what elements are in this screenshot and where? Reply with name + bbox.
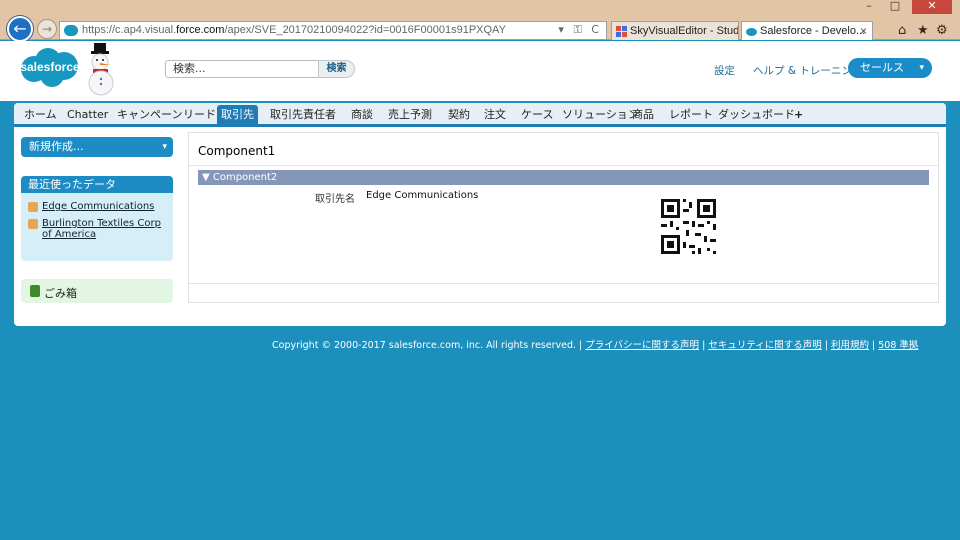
tab-chatter[interactable]: Chatter	[67, 105, 108, 126]
footer-separator: |	[869, 340, 879, 351]
tab-home[interactable]: ホーム	[24, 105, 57, 126]
privacy-link[interactable]: プライバシーに関する声明	[585, 340, 699, 351]
account-name-value: Edge Communications	[366, 190, 479, 201]
tab-orders[interactable]: 注文	[484, 105, 506, 126]
salesforce-header: salesforce 検索... 検索 設定 ヘルプ & トレーニング セールス…	[0, 41, 960, 101]
address-bar[interactable]: https://c.ap4.visual.force.com/apex/SVE_…	[59, 21, 607, 40]
recycle-bin-label: ごみ箱	[44, 287, 77, 300]
terms-link[interactable]: 利用規約	[831, 340, 869, 351]
add-tab-plus-icon[interactable]: +	[794, 105, 803, 126]
skyvisualeditor-favicon-icon	[616, 26, 627, 37]
tab-contacts[interactable]: 取引先責任者	[270, 105, 336, 126]
main-panel: ホーム Chatter キャンペーン リード 取引先 取引先責任者 商談 売上予…	[14, 103, 946, 326]
page-title: Component1	[198, 144, 276, 158]
list-item: Edge Communications	[28, 201, 168, 212]
app-menu-button[interactable]: セールス ▾	[848, 58, 932, 78]
snowman-icon	[88, 43, 114, 96]
close-tab-icon[interactable]: ×	[860, 22, 867, 40]
accessibility-link[interactable]: 508 準拠	[878, 340, 918, 351]
tab-dashboards[interactable]: ダッシュボード	[718, 105, 795, 126]
account-icon	[28, 219, 38, 229]
back-arrow-icon: ←	[13, 19, 27, 38]
help-training-link[interactable]: ヘルプ & トレーニング	[753, 63, 862, 78]
salesforce-favicon-icon	[64, 25, 78, 36]
tab-products[interactable]: 商品	[632, 105, 654, 126]
favorites-star-icon[interactable]: ★	[917, 23, 929, 38]
address-tools[interactable]: ▾ ⚿ C	[558, 23, 602, 37]
logo-text: salesforce	[20, 60, 80, 74]
settings-link[interactable]: 設定	[714, 63, 735, 78]
home-icon[interactable]: ⌂	[898, 23, 906, 38]
recent-items-panel: 最近使ったデータ Edge Communications Burlington …	[21, 176, 173, 261]
tab-reports[interactable]: レポート	[669, 105, 713, 126]
browser-tab-label: SkyVisualEditor - Studio	[630, 25, 739, 37]
browser-tab-salesforce[interactable]: Salesforce - Develo... ×	[741, 21, 873, 40]
gear-icon[interactable]: ⚙	[936, 23, 948, 38]
chevron-down-icon: ▾	[162, 142, 167, 152]
chevron-down-icon: ▾	[919, 63, 924, 73]
security-link[interactable]: セキュリティに関する声明	[708, 340, 821, 351]
section-header[interactable]: ▼ Component2	[198, 170, 929, 185]
forward-button[interactable]: →	[37, 19, 57, 39]
recent-item-link[interactable]: Burlington Textiles Corp of America	[42, 218, 168, 240]
search-input[interactable]: 検索...	[165, 60, 320, 78]
recycle-bin[interactable]: ごみ箱	[21, 279, 173, 303]
forward-arrow-icon: →	[41, 22, 53, 36]
tab-campaigns[interactable]: キャンペーン	[117, 105, 182, 126]
tab-contracts[interactable]: 契約	[448, 105, 470, 126]
tab-opportunities[interactable]: 商談	[351, 105, 373, 126]
tab-bar: ホーム Chatter キャンペーン リード 取引先 取引先責任者 商談 売上予…	[14, 103, 946, 127]
search-button[interactable]: 検索	[318, 60, 355, 78]
browser-chrome: ← → https://c.ap4.visual.force.com/apex/…	[0, 0, 960, 42]
salesforce-cloud-icon	[746, 28, 757, 36]
tab-cases[interactable]: ケース	[521, 105, 553, 126]
browser-tab-skyvisualeditor[interactable]: SkyVisualEditor - Studio	[611, 21, 739, 40]
footer: Copyright © 2000-2017 salesforce.com, in…	[272, 337, 918, 351]
footer-separator: |	[699, 340, 709, 351]
divider	[189, 283, 938, 284]
divider	[189, 165, 938, 166]
back-button[interactable]: ←	[7, 16, 33, 42]
maximize-button[interactable]: □	[882, 0, 908, 14]
account-icon	[28, 202, 38, 212]
tab-solutions[interactable]: ソリューション	[562, 105, 639, 126]
recent-items-title: 最近使ったデータ	[21, 176, 173, 193]
app-menu-label: セールス	[860, 61, 904, 74]
footer-separator: |	[821, 340, 831, 351]
list-item: Burlington Textiles Corp of America	[28, 218, 168, 240]
salesforce-logo[interactable]: salesforce	[18, 47, 82, 89]
account-name-label: 取引先名	[315, 194, 355, 205]
browser-tab-label: Salesforce - Develo...	[760, 25, 866, 37]
tab-forecasts[interactable]: 売上予測	[388, 105, 432, 126]
create-new-label: 新規作成...	[29, 140, 84, 153]
content-area: Component1 ▼ Component2 取引先名 Edge Commun…	[188, 132, 939, 303]
qr-code-image	[651, 189, 728, 264]
tab-accounts[interactable]: 取引先	[217, 105, 258, 126]
trash-icon	[30, 285, 40, 297]
minimize-button[interactable]: –	[856, 0, 882, 14]
tab-leads[interactable]: リード	[183, 105, 216, 126]
copyright-text: Copyright © 2000-2017 salesforce.com, in…	[272, 340, 586, 351]
recent-item-link[interactable]: Edge Communications	[42, 201, 168, 212]
address-url: https://c.ap4.visual.force.com/apex/SVE_…	[82, 24, 506, 36]
create-new-dropdown[interactable]: 新規作成... ▾	[21, 137, 173, 157]
close-window-button[interactable]: ✕	[912, 0, 952, 14]
